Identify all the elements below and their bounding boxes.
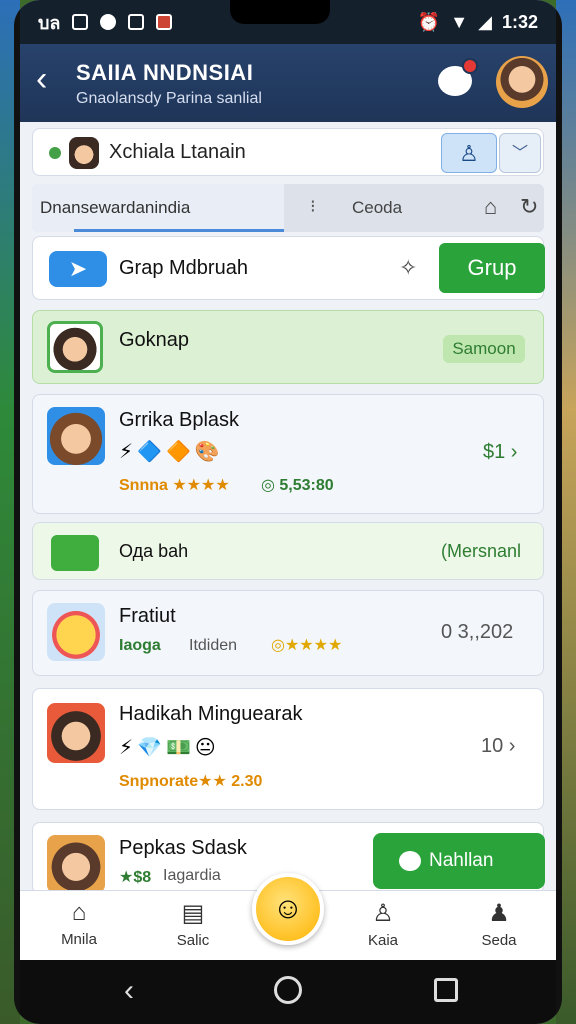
item-label: Ода bah <box>119 541 189 561</box>
item-rating: Snnna ★★★★ <box>119 477 230 494</box>
list-item[interactable]: Hadikah Minguearak ⚡💎💵😐 Snpnorate★★ 2.30… <box>32 688 544 810</box>
tab-bar: Dnansewardanindia ⁝ Ceoda ⌂ ↻ <box>32 184 544 232</box>
message-button-label: Nahllan <box>429 850 494 871</box>
star-rating: ◎★★★★ <box>271 637 343 654</box>
online-indicator <box>49 147 61 159</box>
group-button[interactable]: Grup <box>439 243 545 293</box>
avatar <box>47 321 103 373</box>
page-title: SAIIA NNDNSIAI <box>76 60 254 85</box>
item-name: Fratiut <box>119 605 176 627</box>
nav-list[interactable]: ▤ Salic <box>158 899 228 949</box>
tab-underline <box>74 229 284 232</box>
notification-icon <box>72 14 89 30</box>
avatar <box>47 407 105 465</box>
user-icon: ♟ <box>488 900 510 927</box>
avatar <box>47 703 105 763</box>
refresh-icon[interactable]: ↻ <box>520 194 538 220</box>
dropdown-chevron-icon[interactable]: ﹀ <box>499 133 541 173</box>
cash-icon <box>51 535 99 571</box>
main-content: Xchiala Ltanain ♙ ﹀ Dnansewardanindia ⁝ … <box>20 122 556 894</box>
tab-active-label: Dnansewardanindia <box>40 198 191 217</box>
list-item[interactable]: Ода bah (Mersnanl <box>32 522 544 580</box>
list-item[interactable]: Grrika Bplask ⚡🔷🔶🎨 Snnna ★★★★ ◎ 5,53:80 … <box>32 394 544 514</box>
phone-frame: บล ⏰ ▼ ◢ 1:32 ‹ SAIIA NNDNSIAI Gnaolansd… <box>14 0 562 1024</box>
item-label: Goknap <box>119 329 190 351</box>
clipboard-icon: ▤ <box>181 900 205 927</box>
nav-home[interactable]: ⌂ Mnila <box>44 899 114 948</box>
user-filter-button[interactable]: ♙ <box>441 133 497 173</box>
home-icon[interactable]: ⌂ <box>484 194 497 220</box>
item-name: Hadikah Minguearak <box>119 703 303 725</box>
nav-friends[interactable]: ♙ Kaia <box>348 899 418 949</box>
tab-active[interactable]: Dnansewardanindia <box>32 184 284 232</box>
recents-icon[interactable] <box>434 978 458 1002</box>
app-icon <box>156 14 173 30</box>
share-icon[interactable]: ✧ <box>399 255 417 281</box>
nav-label: Salic <box>176 932 210 949</box>
nav-label: Mnila <box>61 931 97 948</box>
item-icons: ⚡🔷🔶🎨 <box>119 441 224 463</box>
item-value[interactable]: $1 › <box>483 441 517 464</box>
tab-pin-icon[interactable]: ⁝ <box>310 196 316 217</box>
status-time: 1:32 <box>501 11 538 32</box>
item-value[interactable]: 10 › <box>481 735 515 758</box>
app-bar: ‹ SAIIA NNDNSIAI Gnaolansdy Parina sanli… <box>20 44 556 122</box>
list-item[interactable]: Fratiut Iaoga Itdiden ◎★★★★ 0 3,,202 <box>32 590 544 676</box>
tab-second[interactable]: Ceoda <box>352 198 402 218</box>
home-button-icon[interactable] <box>274 976 302 1004</box>
user-avatar <box>69 137 99 169</box>
home-icon: ⌂ <box>71 899 87 926</box>
status-bar: บล ⏰ ▼ ◢ 1:32 <box>20 0 556 44</box>
avatar <box>47 603 105 661</box>
search-text: Xchiala Ltanain <box>109 141 246 163</box>
system-navigation-bar: ‹ <box>20 960 556 1024</box>
item-points: ◎ 5,53:80 <box>261 477 334 494</box>
item-subtext: Itdiden <box>189 637 238 654</box>
smiley-fab-button[interactable]: ☺ <box>252 873 324 945</box>
item-tag: Iaoga <box>119 637 161 654</box>
nav-label: Kaia <box>367 932 399 949</box>
screen: บล ⏰ ▼ ◢ 1:32 ‹ SAIIA NNDNSIAI Gnaolansd… <box>20 0 556 1024</box>
bottom-navigation: ⌂ Mnila ▤ Salic ☺ ♙ Kaia ♟ Seda <box>20 873 556 960</box>
list-item[interactable]: Goknap Samoon <box>32 310 544 384</box>
item-subtext: Iagardia <box>163 867 221 884</box>
gallery-icon <box>128 14 145 30</box>
item-name: Pepkas Sdask <box>119 837 247 859</box>
status-badge: Samoon <box>443 335 525 363</box>
smiley-icon: ☺ <box>272 892 304 925</box>
item-name: Grrika Bplask <box>119 409 240 431</box>
page-subtitle: Gnaolansdy Parina sanlial <box>76 90 262 107</box>
profile-avatar[interactable] <box>496 56 548 108</box>
alarm-icon: ⏰ <box>417 11 441 32</box>
item-value: (Mersnanl <box>441 541 522 561</box>
nav-profile[interactable]: ♟ Seda <box>464 899 534 949</box>
item-value: 0 3,,202 <box>441 621 514 643</box>
list-item[interactable]: ➤ Grap Mdbruah ✧ Grup <box>32 236 545 300</box>
item-icons: ⚡💎💵😐 <box>119 737 220 759</box>
camera-notch <box>230 0 330 24</box>
chat-bubble-icon <box>399 851 421 871</box>
item-rating: Snpnorate★★ 2.30 <box>119 773 263 790</box>
item-label: Grap Mdbruah <box>119 257 248 279</box>
dot-icon <box>100 14 117 30</box>
message-button[interactable]: Nahllan <box>373 833 545 889</box>
wifi-icon: ▼ <box>450 11 469 32</box>
search-bar[interactable]: Xchiala Ltanain ♙ ﹀ <box>32 128 544 176</box>
nav-label: Seda <box>481 932 517 949</box>
person-icon: ♙ <box>372 900 394 927</box>
back-icon[interactable]: ‹ <box>124 974 134 1008</box>
item-tag: ★$8 <box>119 869 152 886</box>
avatar <box>47 835 105 893</box>
back-arrow-icon[interactable]: ‹ <box>36 62 47 96</box>
signal-icon: ◢ <box>478 11 492 32</box>
status-left-text: บล <box>38 12 61 33</box>
bird-icon: ➤ <box>49 251 107 287</box>
notification-badge <box>462 58 478 74</box>
